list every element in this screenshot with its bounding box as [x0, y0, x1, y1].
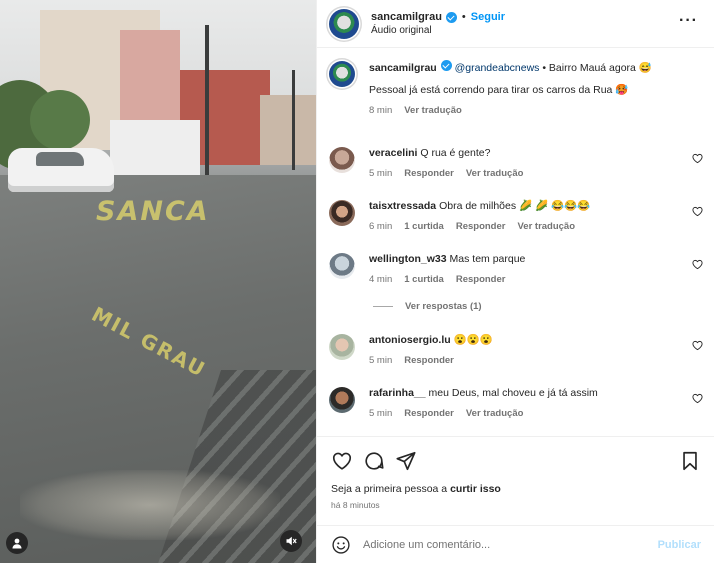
- post-timestamp[interactable]: há 8 minutos: [331, 500, 701, 510]
- translate-link[interactable]: Ver tradução: [517, 221, 575, 232]
- likes-prefix: Seja a primeira pessoa a: [331, 483, 451, 495]
- video-building: [260, 95, 316, 165]
- caption-translate-link[interactable]: Ver tradução: [404, 105, 462, 116]
- speaker-muted-icon: [286, 536, 297, 546]
- caption-avatar[interactable]: [329, 61, 355, 87]
- translate-link[interactable]: Ver tradução: [466, 408, 524, 419]
- caption-time: 8 min: [369, 105, 393, 116]
- watermark-top: SANCA: [96, 196, 210, 227]
- verified-badge-icon: [445, 11, 457, 23]
- comment-likes-count[interactable]: 1 curtida: [404, 221, 444, 232]
- comment-item: veracelini Q rua é gente? 5 min Responde…: [329, 146, 705, 179]
- heart-icon[interactable]: [331, 450, 353, 472]
- view-replies-label[interactable]: Ver respostas (1): [405, 301, 482, 312]
- comment-time: 5 min: [369, 355, 393, 366]
- like-this-link[interactable]: curtir isso: [450, 483, 501, 495]
- reply-button[interactable]: Responder: [404, 168, 454, 179]
- comment-likes-count[interactable]: 1 curtida: [404, 274, 444, 285]
- video-water-foam: [20, 470, 280, 540]
- comment-icon[interactable]: [363, 450, 385, 472]
- reply-button[interactable]: Responder: [456, 221, 506, 232]
- comment-like-heart-icon[interactable]: [692, 393, 703, 404]
- comment-time: 5 min: [369, 168, 393, 179]
- view-replies-toggle[interactable]: Ver respostas (1): [373, 301, 482, 312]
- reply-button[interactable]: Responder: [404, 355, 454, 366]
- verified-badge-icon: [440, 60, 452, 71]
- comment-text: Mas tem parque: [449, 253, 526, 265]
- comment-text: meu Deus, mal choveu e já tá assim: [428, 387, 598, 399]
- commenter-avatar[interactable]: [329, 334, 355, 360]
- post-caption: sancamilgrau @grandeabcnews • Bairro Mau…: [329, 60, 705, 116]
- comment-text: Q rua é gente?: [420, 147, 491, 159]
- post-actions: Seja a primeira pessoa a curtir isso há …: [317, 436, 714, 510]
- likes-summary: Seja a primeira pessoa a curtir isso: [331, 483, 701, 495]
- commenter-avatar[interactable]: [329, 387, 355, 413]
- commenter-avatar[interactable]: [329, 147, 355, 173]
- comment-like-heart-icon[interactable]: [692, 153, 703, 164]
- comment-username[interactable]: veracelini: [369, 147, 417, 159]
- comment-item: rafarinha__ meu Deus, mal choveu e já tá…: [329, 386, 705, 419]
- translate-link[interactable]: Ver tradução: [466, 168, 524, 179]
- comment-input[interactable]: [363, 538, 658, 551]
- comment-time: 5 min: [369, 408, 393, 419]
- emoji-picker-icon[interactable]: [331, 535, 351, 555]
- commenter-avatar[interactable]: [329, 253, 355, 279]
- follow-button[interactable]: Seguir: [471, 11, 505, 23]
- more-options-icon[interactable]: ···: [679, 12, 698, 30]
- comment-text: Obra de milhões 🌽 🌽 😂😂😂: [439, 200, 591, 212]
- reply-button[interactable]: Responder: [404, 408, 454, 419]
- audio-link[interactable]: Áudio original: [371, 25, 505, 36]
- comment-text: 😮😮😮: [453, 334, 493, 346]
- video-pole: [205, 25, 209, 175]
- video-building: [110, 120, 200, 175]
- author-username[interactable]: sancamilgrau: [371, 11, 442, 23]
- comment-like-heart-icon[interactable]: [692, 340, 703, 351]
- post-comment-button[interactable]: Publicar: [658, 539, 701, 551]
- comments-list[interactable]: sancamilgrau @grandeabcnews • Bairro Mau…: [317, 49, 714, 435]
- comment-item: wellington_w33 Mas tem parque 4 min 1 cu…: [329, 252, 705, 285]
- comment-composer: Publicar: [317, 525, 714, 563]
- caption-line1: • Bairro Mauá agora 😅: [539, 62, 652, 74]
- comment-time: 4 min: [369, 274, 393, 285]
- caption-mention[interactable]: @grandeabcnews: [455, 62, 540, 74]
- commenter-avatar[interactable]: [329, 200, 355, 226]
- author-avatar[interactable]: [329, 8, 359, 39]
- reply-button[interactable]: Responder: [456, 274, 506, 285]
- comment-like-heart-icon[interactable]: [692, 206, 703, 217]
- separator-dot: •: [461, 11, 466, 23]
- comment-username[interactable]: wellington_w33: [369, 253, 447, 265]
- replies-divider: [373, 306, 393, 307]
- mute-button[interactable]: [280, 530, 302, 552]
- video-pole: [292, 70, 295, 170]
- post-dialog: SANCA MIL GRAU sancamilgrau • Seguir Áud…: [0, 0, 714, 563]
- caption-text: sancamilgrau @grandeabcnews • Bairro Mau…: [369, 60, 705, 75]
- video-tree: [30, 90, 90, 150]
- comment-like-heart-icon[interactable]: [692, 259, 703, 270]
- comment-username[interactable]: antoniosergio.lu: [369, 334, 451, 346]
- tagged-users-button[interactable]: [6, 532, 28, 554]
- share-icon[interactable]: [395, 450, 417, 472]
- author-info: sancamilgrau • Seguir Áudio original: [371, 11, 505, 36]
- comment-username[interactable]: rafarinha__: [369, 387, 426, 399]
- comment-item: antoniosergio.lu 😮😮😮 5 min Responder: [329, 333, 705, 366]
- post-header: sancamilgrau • Seguir Áudio original ···: [317, 0, 714, 48]
- comment-username[interactable]: taisxtressada: [369, 200, 436, 212]
- post-video[interactable]: SANCA MIL GRAU: [0, 0, 316, 563]
- comment-time: 6 min: [369, 221, 393, 232]
- video-car: [8, 148, 114, 192]
- comment-item: taisxtressada Obra de milhões 🌽 🌽 😂😂😂 6 …: [329, 199, 705, 232]
- caption-username[interactable]: sancamilgrau: [369, 62, 437, 74]
- user-tag-icon: [12, 538, 22, 549]
- bookmark-icon[interactable]: [679, 450, 701, 472]
- caption-line2: Pessoal já está correndo para tirar os c…: [369, 84, 629, 96]
- post-sidebar: sancamilgrau • Seguir Áudio original ···…: [316, 0, 714, 563]
